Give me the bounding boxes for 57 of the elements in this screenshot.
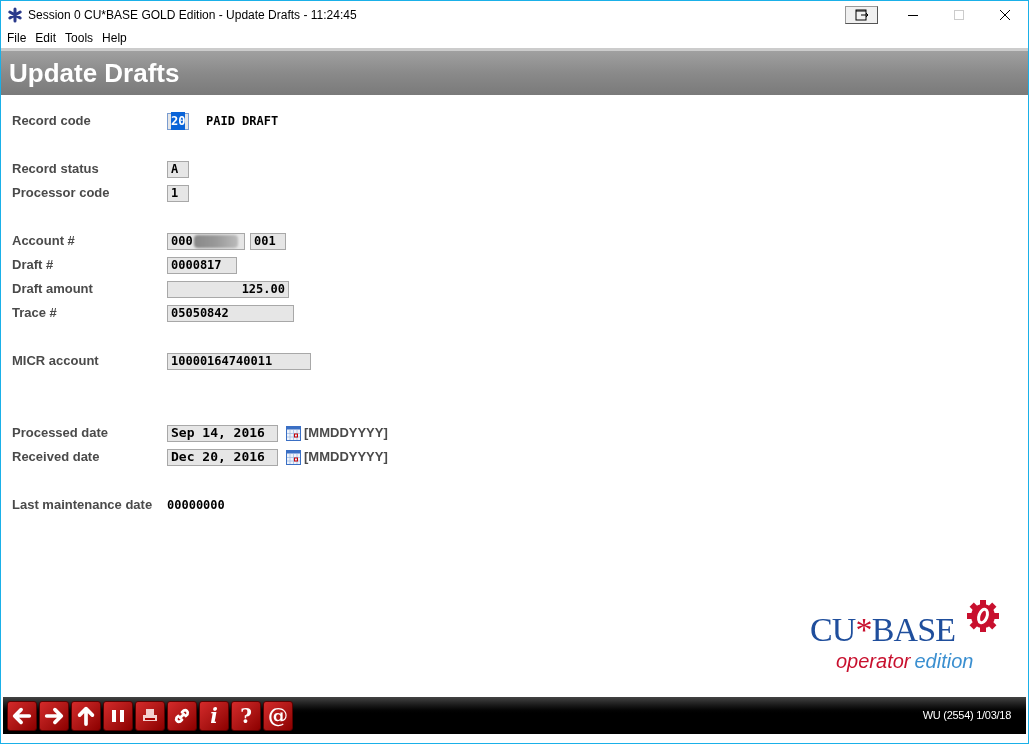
field-label: Account # bbox=[12, 232, 76, 251]
page-title: Update Drafts bbox=[9, 56, 180, 90]
status-text: WU (2554) 1/03/18 bbox=[922, 708, 1011, 724]
asterisk-icon bbox=[7, 7, 23, 23]
record-description: PAID DRAFT bbox=[206, 113, 279, 130]
close-icon bbox=[999, 9, 1011, 21]
toolbar-button[interactable] bbox=[71, 700, 101, 731]
toolbar-button[interactable]: ? bbox=[231, 700, 261, 731]
pause-icon bbox=[111, 707, 125, 724]
logo-asterisk: * bbox=[855, 613, 872, 647]
input-field[interactable]: 05050842 bbox=[167, 304, 294, 322]
toolbar-button[interactable] bbox=[39, 700, 69, 731]
input-field[interactable]: Dec 20, 2016 bbox=[167, 448, 278, 466]
menu-item[interactable]: File bbox=[3, 28, 31, 47]
input-field[interactable]: A bbox=[167, 160, 189, 178]
toolbar-button[interactable] bbox=[7, 700, 37, 731]
field-label: Processor code bbox=[12, 184, 111, 203]
toolbar-button[interactable]: @ bbox=[263, 700, 293, 731]
field-label: Draft amount bbox=[12, 280, 94, 299]
field-label: Trace # bbox=[12, 304, 58, 323]
date-format-hint: [MMDDYYYY] bbox=[304, 424, 388, 443]
date-format-hint: [MMDDYYYY] bbox=[304, 448, 388, 467]
field-label: Last maintenance date bbox=[12, 496, 154, 515]
logo-wordmark: CU bbox=[810, 613, 856, 647]
field-label: Record status bbox=[12, 160, 100, 179]
field-label: Received date bbox=[12, 448, 101, 467]
menu-item[interactable]: Help bbox=[98, 28, 131, 47]
toolbar-button[interactable] bbox=[167, 700, 197, 731]
toolbar-button[interactable]: i bbox=[199, 700, 229, 731]
field-label: Draft # bbox=[12, 256, 55, 275]
input-field[interactable]: 10000164740011 bbox=[167, 352, 311, 370]
menu-item[interactable]: Edit bbox=[31, 28, 61, 47]
toolbar-button[interactable] bbox=[135, 700, 165, 731]
input-field[interactable]: Sep 14, 2016 bbox=[167, 424, 278, 442]
window-exit-icon bbox=[854, 9, 869, 21]
restore-session-button[interactable] bbox=[845, 6, 878, 24]
menu-item[interactable]: Tools bbox=[61, 28, 98, 47]
logo-wordmark: BASE bbox=[871, 613, 956, 647]
input-field[interactable]: 0000817 bbox=[167, 256, 237, 274]
field-label: Processed date bbox=[12, 424, 110, 443]
calendar-icon[interactable] bbox=[286, 449, 301, 465]
input-field[interactable]: 1 bbox=[167, 184, 189, 202]
gear-icon bbox=[966, 599, 1000, 633]
logo-tagline: edition bbox=[914, 651, 974, 671]
input-field[interactable]: 20 bbox=[167, 112, 189, 130]
calendar-icon[interactable] bbox=[286, 425, 301, 441]
input-field[interactable]: 000 bbox=[167, 232, 245, 250]
logo-tagline: operator bbox=[836, 651, 911, 671]
toolbar-button[interactable] bbox=[103, 700, 133, 731]
redaction-mark bbox=[193, 234, 238, 248]
field-label: MICR account bbox=[12, 352, 100, 371]
up-arrow-icon bbox=[75, 704, 97, 727]
input-field[interactable]: 001 bbox=[250, 232, 286, 250]
field-value: 00000000 bbox=[167, 497, 225, 514]
input-field[interactable]: 125.00 bbox=[167, 280, 289, 298]
field-label: Record code bbox=[12, 112, 92, 131]
window-title: Session 0 CU*BASE GOLD Edition - Update Drafts - 11:24:45 bbox=[28, 7, 357, 24]
